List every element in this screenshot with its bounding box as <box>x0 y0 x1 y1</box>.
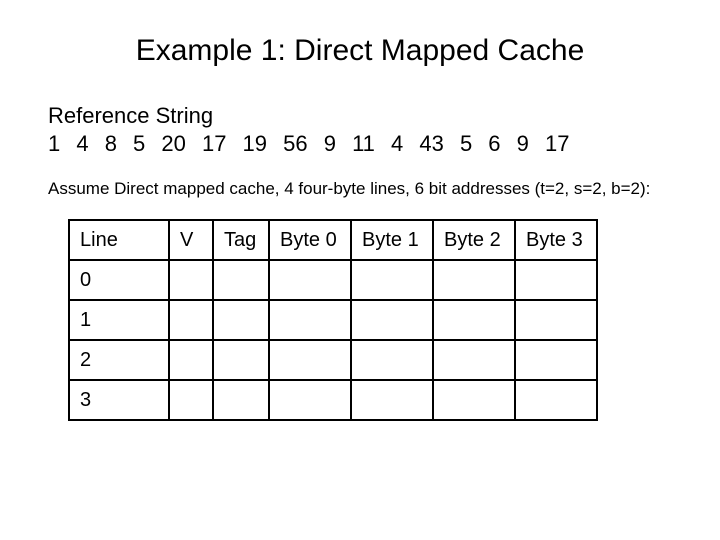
cell-b0 <box>269 380 351 420</box>
cell-b1 <box>351 300 433 340</box>
cell-tag <box>213 380 269 420</box>
cell-b3 <box>515 340 597 380</box>
page-title: Example 1: Direct Mapped Cache <box>48 34 672 68</box>
header-byte2: Byte 2 <box>433 220 515 260</box>
cell-b2 <box>433 380 515 420</box>
cell-b2 <box>433 300 515 340</box>
table-row: 1 <box>69 300 597 340</box>
cell-v <box>169 340 213 380</box>
header-byte1: Byte 1 <box>351 220 433 260</box>
cell-b0 <box>269 340 351 380</box>
cache-table: Line V Tag Byte 0 Byte 1 Byte 2 Byte 3 0… <box>68 219 598 421</box>
cell-b1 <box>351 340 433 380</box>
cell-b3 <box>515 260 597 300</box>
cell-tag <box>213 340 269 380</box>
cell-tag <box>213 260 269 300</box>
reference-string-block: Reference String 1 4 8 5 20 17 19 56 9 1… <box>48 102 672 157</box>
header-v: V <box>169 220 213 260</box>
cell-v <box>169 260 213 300</box>
cell-b3 <box>515 380 597 420</box>
assumption-text: Assume Direct mapped cache, 4 four-byte … <box>48 179 672 199</box>
reference-string-values: 1 4 8 5 20 17 19 56 9 11 4 43 5 6 9 17 <box>48 130 672 158</box>
header-line: Line <box>69 220 169 260</box>
header-byte3: Byte 3 <box>515 220 597 260</box>
cell-v <box>169 300 213 340</box>
table-row: 2 <box>69 340 597 380</box>
cell-b1 <box>351 260 433 300</box>
cell-b1 <box>351 380 433 420</box>
table-header-row: Line V Tag Byte 0 Byte 1 Byte 2 Byte 3 <box>69 220 597 260</box>
cell-line: 2 <box>69 340 169 380</box>
header-tag: Tag <box>213 220 269 260</box>
cell-v <box>169 380 213 420</box>
cell-b0 <box>269 300 351 340</box>
table-row: 0 <box>69 260 597 300</box>
cell-b2 <box>433 340 515 380</box>
cell-tag <box>213 300 269 340</box>
table-row: 3 <box>69 380 597 420</box>
cell-b2 <box>433 260 515 300</box>
header-byte0: Byte 0 <box>269 220 351 260</box>
cell-line: 0 <box>69 260 169 300</box>
cell-b0 <box>269 260 351 300</box>
cell-line: 1 <box>69 300 169 340</box>
reference-string-label: Reference String <box>48 102 672 130</box>
cell-line: 3 <box>69 380 169 420</box>
cell-b3 <box>515 300 597 340</box>
